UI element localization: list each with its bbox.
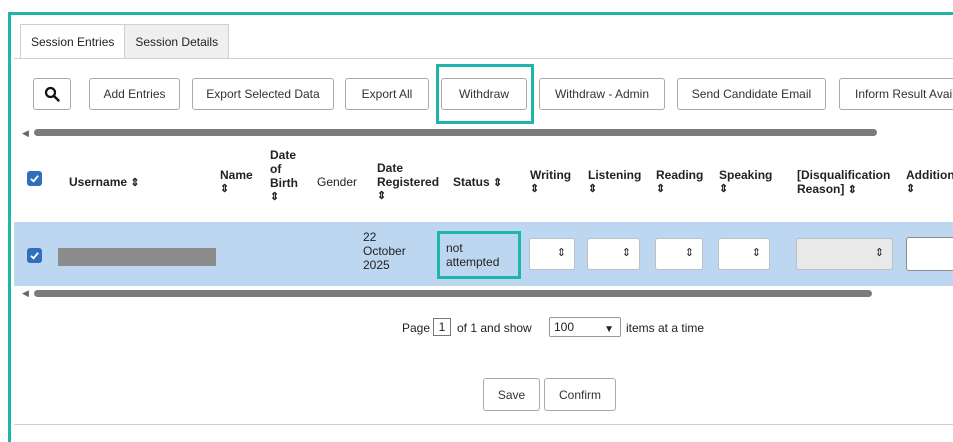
sort-icon: ⇕ [130, 177, 140, 189]
status-line-2: attempted [446, 255, 500, 269]
header-reading[interactable]: Reading ⇕ [656, 168, 703, 196]
current-page-input[interactable]: 1 [433, 318, 451, 336]
header-dob-label-1: Date [270, 148, 297, 162]
header-writing-label: Writing [530, 168, 572, 182]
inform-result-available-button[interactable]: Inform Result Available [839, 78, 953, 110]
header-speaking-label: Speaking [719, 168, 773, 182]
sort-icon: ⇕ [377, 190, 387, 202]
withdraw-button[interactable]: Withdraw [441, 78, 527, 110]
sort-icon: ⇕ [719, 183, 729, 195]
header-dob-label-2: of [270, 162, 282, 176]
search-button[interactable] [33, 78, 71, 110]
header-gender: Gender [317, 175, 358, 189]
export-all-button[interactable]: Export All [345, 78, 429, 110]
tab-bar: Session Entries Session Details [20, 24, 230, 59]
sort-icon: ⇕ [493, 177, 503, 189]
export-selected-data-button[interactable]: Export Selected Data [192, 78, 334, 110]
sort-icon: ⇕ [530, 183, 540, 195]
header-writing[interactable]: Writing ⇕ [530, 168, 571, 196]
sort-icon: ⇕ [270, 191, 280, 203]
header-dob-label-3: Birth [270, 176, 298, 190]
horizontal-scrollbar-bottom[interactable] [34, 290, 872, 297]
select-all-checkbox[interactable] [27, 171, 42, 186]
per-page-value: 100 [554, 320, 575, 334]
header-registered-label-2: Registered [377, 175, 440, 189]
header-disq-label-2: Reason] [797, 182, 845, 196]
status-line-1: not [446, 241, 463, 255]
pager-items-label: items at a time [626, 321, 705, 335]
header-name-label: Name [220, 168, 253, 182]
tab-divider [14, 58, 953, 59]
items-per-page-select[interactable]: 100 ▼ [549, 317, 621, 337]
header-listening-label: Listening [588, 168, 642, 182]
listening-select[interactable]: ⇕ [587, 238, 640, 270]
sort-icon: ⇕ [588, 183, 598, 195]
date-day: 22 [363, 230, 377, 244]
select-arrow-icon: ⇕ [556, 247, 566, 259]
redacted-username [58, 248, 216, 266]
header-status[interactable]: Status ⇕ [453, 175, 502, 190]
header-reading-label: Reading [656, 168, 704, 182]
speaking-select[interactable]: ⇕ [718, 238, 770, 270]
header-date-registered[interactable]: Date Registered ⇕ [377, 161, 439, 203]
withdraw-admin-button[interactable]: Withdraw - Admin [539, 78, 665, 110]
check-icon [30, 175, 39, 183]
add-entries-button[interactable]: Add Entries [89, 78, 180, 110]
date-year: 2025 [363, 258, 390, 272]
check-icon [30, 252, 39, 260]
scroll-left-arrow-icon[interactable]: ◀ [22, 128, 29, 139]
header-disqualification-reason[interactable]: [Disqualification Reason] ⇕ [797, 168, 890, 197]
pager-page-label: Page [402, 321, 431, 335]
sort-icon: ⇕ [656, 183, 666, 195]
select-arrow-icon: ⇕ [684, 247, 694, 259]
header-listening[interactable]: Listening ⇕ [588, 168, 641, 196]
horizontal-scrollbar-top[interactable] [34, 129, 877, 136]
toolbar: Add Entries Export Selected Data Export … [0, 78, 953, 112]
header-username[interactable]: Username ⇕ [69, 175, 140, 190]
pager-of-label: of 1 and show [457, 321, 532, 335]
writing-select[interactable]: ⇕ [529, 238, 575, 270]
select-arrow-icon: ⇕ [874, 247, 884, 259]
header-date-of-birth[interactable]: Date of Birth ⇕ [270, 148, 298, 204]
tab-session-details[interactable]: Session Details [124, 24, 230, 58]
header-registered-label-1: Date [377, 161, 404, 175]
scroll-left-arrow-icon[interactable]: ◀ [22, 288, 29, 299]
date-month: October [363, 244, 406, 258]
save-button[interactable]: Save [483, 378, 540, 411]
additional-input[interactable] [906, 237, 953, 271]
confirm-button[interactable]: Confirm [544, 378, 616, 411]
bottom-divider [14, 424, 953, 425]
select-arrow-icon: ⇕ [751, 247, 761, 259]
chevron-down-icon: ▼ [604, 324, 614, 335]
header-speaking[interactable]: Speaking ⇕ [719, 168, 772, 196]
sort-icon: ⇕ [220, 183, 230, 195]
row-date-registered: 22 October 2025 [363, 230, 423, 272]
search-icon [44, 86, 60, 102]
tab-session-entries[interactable]: Session Entries [20, 24, 126, 59]
reading-select[interactable]: ⇕ [655, 238, 703, 270]
header-additional[interactable]: Additional ⇕ [906, 168, 953, 196]
header-status-label: Status [453, 175, 490, 189]
header-name[interactable]: Name ⇕ [220, 168, 253, 196]
select-arrow-icon: ⇕ [621, 247, 631, 259]
row-status: not attempted [446, 241, 516, 269]
header-additional-label: Additional [906, 168, 953, 182]
send-candidate-email-button[interactable]: Send Candidate Email [677, 78, 826, 110]
header-username-label: Username [69, 175, 128, 189]
row-checkbox[interactable] [27, 248, 42, 263]
sort-icon: ⇕ [906, 183, 916, 195]
sort-icon: ⇕ [847, 184, 857, 196]
disqualification-reason-select: ⇕ [796, 238, 893, 270]
header-disq-label-1: [Disqualification [797, 168, 891, 182]
